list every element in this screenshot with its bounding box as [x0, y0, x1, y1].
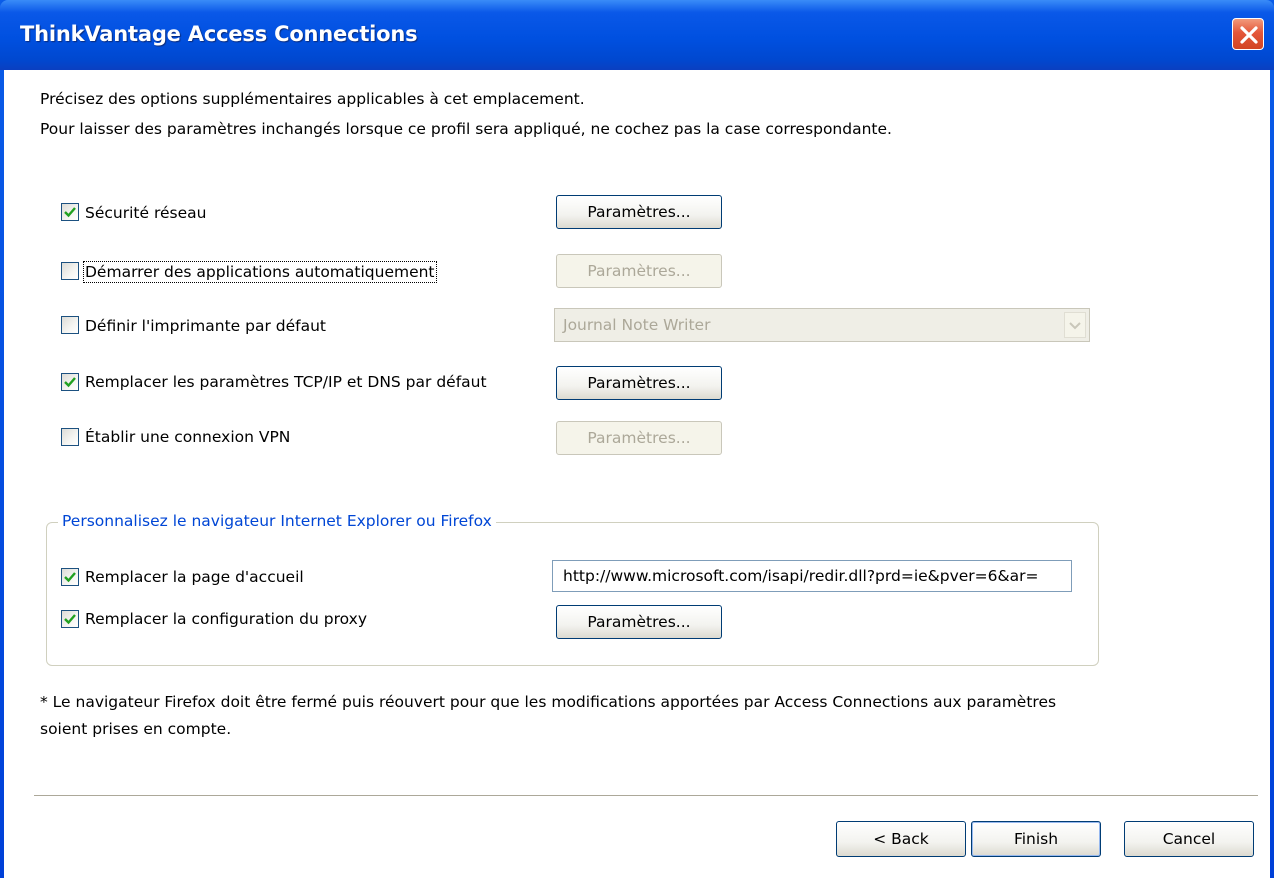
- home-page-url-input[interactable]: http://www.microsoft.com/isapi/redir.dll…: [552, 560, 1072, 592]
- back-button[interactable]: < Back: [836, 821, 966, 857]
- tcpip-dns-settings-button[interactable]: Paramètres...: [556, 366, 722, 400]
- tcpip-dns-checkbox[interactable]: [61, 373, 79, 391]
- network-security-checkbox[interactable]: [61, 203, 79, 221]
- vpn-label[interactable]: Établir une connexion VPN: [85, 428, 290, 446]
- home-page-label[interactable]: Remplacer la page d'accueil: [85, 568, 304, 586]
- title-bar[interactable]: ThinkVantage Access Connections: [0, 0, 1274, 70]
- vpn-settings-button[interactable]: Paramètres...: [556, 421, 722, 455]
- dialog-client-area: Précisez des options supplémentaires app…: [4, 70, 1270, 878]
- default-printer-value: Journal Note Writer: [563, 316, 711, 334]
- check-mark-icon: [64, 572, 76, 583]
- default-printer-label[interactable]: Définir l'imprimante par défaut: [85, 317, 326, 335]
- close-x-icon: [1240, 26, 1258, 44]
- proxy-settings-button[interactable]: Paramètres...: [556, 605, 722, 639]
- start-apps-checkbox[interactable]: [61, 262, 79, 280]
- check-mark-icon: [64, 377, 76, 388]
- note-line-1: * Le navigateur Firefox doit être fermé …: [40, 693, 1057, 711]
- dialog-window: ThinkVantage Access Connections Précisez…: [0, 0, 1274, 878]
- default-printer-checkbox[interactable]: [61, 316, 79, 334]
- proxy-checkbox[interactable]: [61, 610, 79, 628]
- cancel-button[interactable]: Cancel: [1124, 821, 1254, 857]
- vpn-checkbox[interactable]: [61, 428, 79, 446]
- browser-groupbox: [46, 522, 1099, 666]
- start-apps-settings-button[interactable]: Paramètres...: [556, 254, 722, 288]
- intro-line-1: Précisez des options supplémentaires app…: [40, 90, 585, 108]
- finish-button[interactable]: Finish: [971, 821, 1101, 857]
- window-title: ThinkVantage Access Connections: [20, 22, 418, 46]
- network-security-label[interactable]: Sécurité réseau: [85, 204, 206, 222]
- network-security-settings-button[interactable]: Paramètres...: [556, 195, 722, 229]
- check-mark-icon: [64, 614, 76, 625]
- note-line-2: soient prises en compte.: [40, 720, 232, 738]
- dropdown-button[interactable]: [1064, 312, 1086, 338]
- home-page-checkbox[interactable]: [61, 568, 79, 586]
- browser-group-title: Personnalisez le navigateur Internet Exp…: [58, 512, 496, 530]
- footer-separator: [34, 795, 1258, 797]
- close-button[interactable]: [1232, 18, 1264, 50]
- start-apps-label[interactable]: Démarrer des applications automatiquemen…: [83, 261, 437, 283]
- tcpip-dns-label[interactable]: Remplacer les paramètres TCP/IP et DNS p…: [85, 373, 487, 391]
- proxy-label[interactable]: Remplacer la configuration du proxy: [85, 610, 367, 628]
- check-mark-icon: [64, 207, 76, 218]
- chevron-down-icon: [1069, 322, 1081, 330]
- intro-line-2: Pour laisser des paramètres inchangés lo…: [40, 120, 892, 138]
- default-printer-select[interactable]: Journal Note Writer: [554, 308, 1090, 342]
